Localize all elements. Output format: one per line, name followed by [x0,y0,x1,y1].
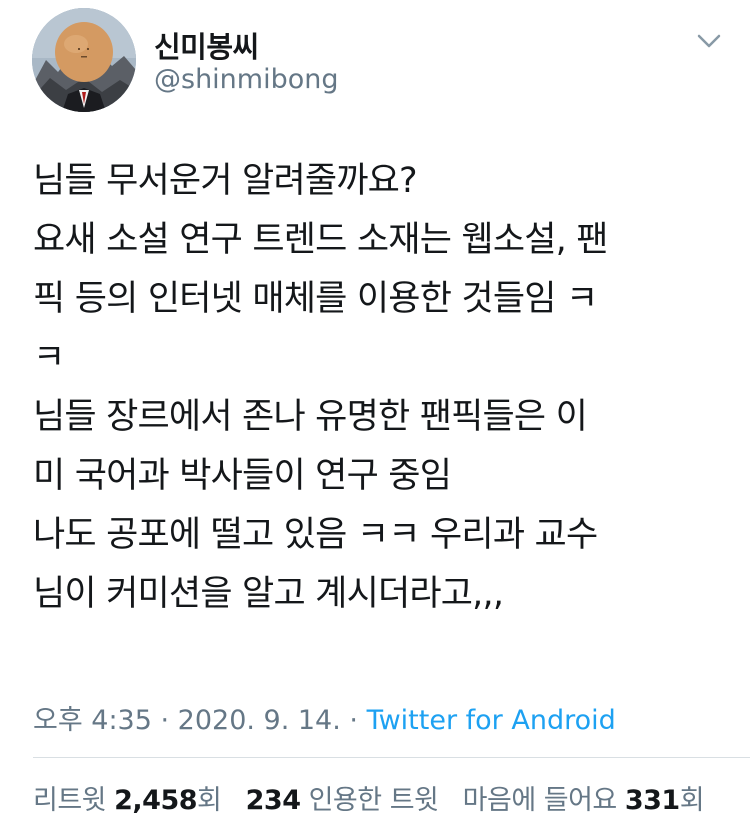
tweet-date[interactable]: 2020. 9. 14. [178,705,341,736]
tweet-line: ㅋ [33,338,65,378]
likes-label: 마음에 들어요 [462,785,618,816]
tweet-text: 님들 무서운거 알려줄까요? 요새 소설 연구 트렌드 소재는 웹소설, 팬 픽… [33,152,723,624]
likes-stat[interactable]: 마음에 들어요 331회 [462,785,705,816]
quotes-count: 234 [245,785,301,816]
tweet-line: 님이 커미션을 알고 계시더라고,,, [33,574,504,614]
meta-separator: · [340,705,367,736]
tweet-line: 님들 장르에서 존나 유명한 팬픽들은 이 [33,397,588,437]
retweets-unit: 회 [197,785,222,816]
likes-unit: 회 [679,785,705,816]
chevron-down-icon[interactable] [694,26,724,56]
tweet-meta: 오후 4:35 · 2020. 9. 14. · Twitter for And… [33,698,616,737]
likes-count: 331 [624,785,680,816]
retweets-label: 리트윗 [33,785,107,816]
quotes-stat[interactable]: 234 인용한 트윗 [246,785,439,816]
retweets-stat[interactable]: 리트윗 2,458회 [33,785,222,816]
tweet-line: 요새 소설 연구 트렌드 소재는 웹소설, 팬 [33,220,608,260]
divider [33,757,750,758]
display-name[interactable]: 신미봉씨 [154,24,259,66]
tweet-source-link[interactable]: Twitter for Android [367,705,616,736]
avatar[interactable] [32,8,136,112]
avatar-image [32,8,136,112]
quotes-label: 인용한 트윗 [308,785,439,816]
meta-separator: · [151,705,178,736]
tweet-line: 픽 등의 인터넷 매체를 이용한 것들임 ㅋ [33,279,598,319]
tweet-header: 신미봉씨 @shinmibong [0,0,750,130]
retweets-count: 2,458 [114,785,198,816]
tweet-line: 미 국어과 박사들이 연구 중임 [33,456,452,496]
tweet-line: 나도 공포에 떨고 있음 ㅋㅋ 우리과 교수 [33,515,598,555]
tweet-line: 님들 무서운거 알려줄까요? [33,161,418,201]
tweet-stats: 리트윗 2,458회 234 인용한 트윗 마음에 들어요 331회 [33,778,705,817]
user-handle[interactable]: @shinmibong [154,64,339,95]
tweet-time[interactable]: 오후 4:35 [33,705,152,736]
